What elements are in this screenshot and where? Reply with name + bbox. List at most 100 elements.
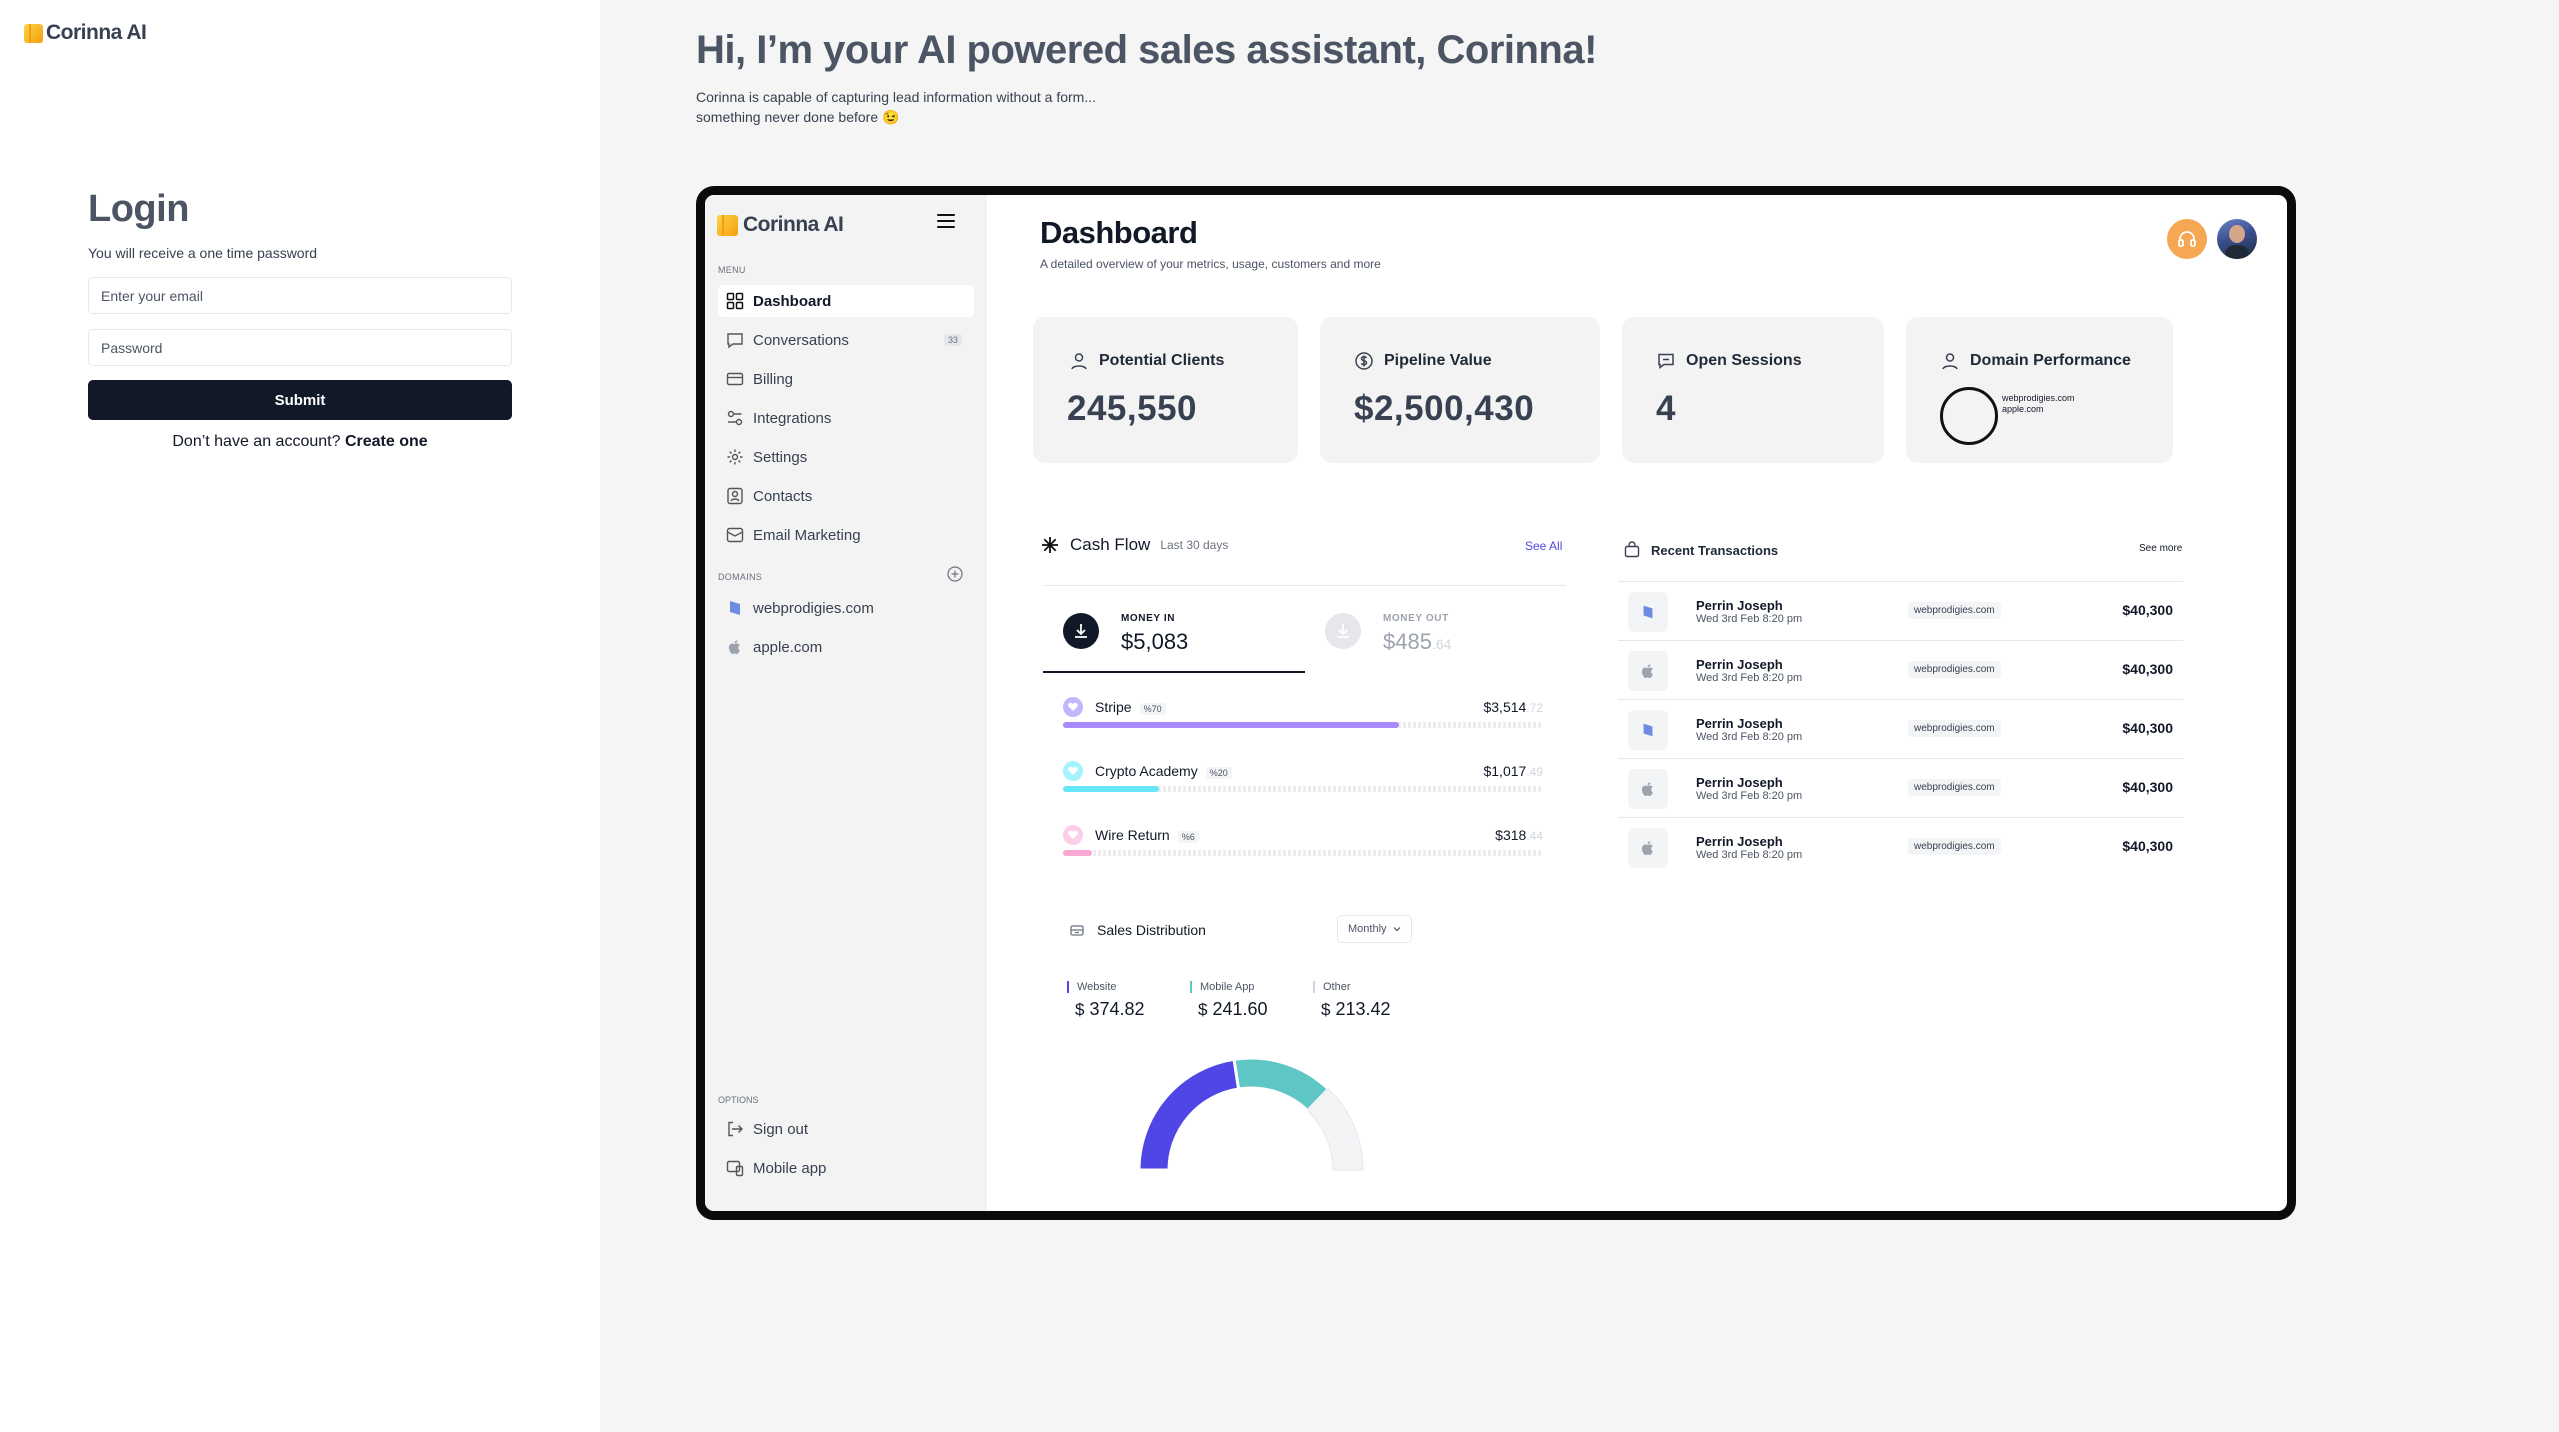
transaction-row[interactable]: Perrin Joseph Wed 3rd Feb 8:20 pm webpro…	[1618, 581, 2183, 640]
sidebar-item-email-marketing[interactable]: Email Marketing	[718, 519, 974, 551]
sidebar-domain-webprodigies[interactable]: webprodigies.com	[718, 592, 974, 624]
corinna-logo-icon	[717, 214, 738, 236]
integrations-icon	[726, 409, 744, 427]
apple-logo-icon	[1628, 769, 1668, 809]
sidebar-item-contacts[interactable]: Contacts	[718, 480, 974, 512]
archive-icon	[1070, 925, 1084, 936]
sales-channel-other: Other $ 213.42	[1313, 981, 1391, 1020]
card-icon	[726, 370, 744, 388]
period-select-value: Monthly	[1348, 923, 1387, 935]
transaction-name: Perrin Joseph	[1696, 657, 1783, 672]
active-tab-indicator	[1043, 671, 1305, 673]
bag-icon	[1624, 541, 1640, 558]
source-amount: $3,514	[1483, 699, 1527, 715]
channel-currency: $	[1321, 1000, 1331, 1019]
heart-icon	[1063, 761, 1083, 781]
domain-label: webprodigies.com	[753, 599, 874, 617]
sidebar-item-sign-out[interactable]: Sign out	[718, 1113, 974, 1145]
sidebar-item-dashboard[interactable]: Dashboard	[718, 285, 974, 317]
sidebar-item-billing[interactable]: Billing	[718, 363, 974, 395]
source-amount-wrap: $3,514.72	[1483, 699, 1543, 715]
hero-title: Hi, I’m your AI powered sales assistant,…	[696, 28, 1597, 72]
stat-card-pipeline-value: Pipeline Value $2,500,430	[1320, 317, 1600, 463]
money-out-value-wrap: $485.64	[1383, 629, 1451, 655]
stat-label: Domain Performance	[1970, 352, 2131, 369]
sidebar-domain-apple[interactable]: apple.com	[718, 631, 974, 663]
sales-channel-mobile-app: Mobile App $ 241.60	[1190, 981, 1268, 1020]
dashboard-title: Dashboard	[1040, 215, 1198, 250]
signout-icon	[726, 1120, 744, 1138]
hero-subtitle-line1: Corinna is capable of capturing lead inf…	[696, 89, 1096, 105]
webprodigies-logo-icon	[1628, 592, 1668, 632]
add-domain-icon[interactable]	[947, 566, 963, 582]
sidebar-item-conversations[interactable]: Conversations 33	[718, 324, 974, 356]
webprodigies-logo-icon	[1628, 710, 1668, 750]
conversations-count-badge: 33	[943, 334, 962, 346]
preview-sidebar: Corinna AI MENU Dashboard Conversations …	[705, 195, 987, 1211]
contact-icon	[726, 487, 744, 505]
source-amount-wrap: $318.44	[1495, 827, 1543, 843]
transaction-row[interactable]: Perrin Joseph Wed 3rd Feb 8:20 pm webpro…	[1618, 758, 2183, 817]
menu-icon[interactable]	[937, 214, 955, 228]
transaction-domain: webprodigies.com	[1908, 602, 2001, 619]
password-input[interactable]	[88, 329, 512, 366]
transaction-domain: webprodigies.com	[1908, 661, 2001, 678]
user-avatar[interactable]	[2217, 219, 2257, 259]
transaction-row[interactable]: Perrin Joseph Wed 3rd Feb 8:20 pm webpro…	[1618, 699, 2183, 758]
hero-subtitle: Corinna is capable of capturing lead inf…	[696, 87, 1096, 127]
submit-button[interactable]: Submit	[88, 380, 512, 420]
channel-currency: $	[1198, 1000, 1208, 1019]
source-fill	[1063, 850, 1092, 856]
money-in-value: $5,083	[1121, 629, 1189, 654]
money-out-label: MONEY OUT	[1383, 613, 1449, 624]
source-amount: $1,017	[1483, 763, 1527, 779]
email-input[interactable]	[88, 277, 512, 314]
money-out-tab[interactable]: MONEY OUT $485.64	[1305, 605, 1567, 665]
dashboard-subtitle: A detailed overview of your metrics, usa…	[1040, 257, 1381, 271]
source-pct: %70	[1139, 703, 1166, 715]
sidebar-item-settings[interactable]: Settings	[718, 441, 974, 473]
source-name-wrap: Stripe %70	[1095, 699, 1166, 715]
domain-performance-item: apple.com	[2002, 404, 2044, 414]
sidebar-item-integrations[interactable]: Integrations	[718, 402, 974, 434]
period-select[interactable]: Monthly	[1337, 915, 1412, 943]
stat-value: 4	[1656, 389, 1676, 428]
hero-subtitle-line2: something never done before 😉	[696, 109, 900, 125]
channel-label: Mobile App	[1190, 981, 1268, 993]
transaction-date: Wed 3rd Feb 8:20 pm	[1696, 849, 1803, 861]
sidebar-item-label: Settings	[753, 448, 808, 466]
transaction-amount: $40,300	[2122, 838, 2173, 854]
grid-icon	[726, 292, 744, 310]
brand-logo[interactable]: Corinna AI	[24, 21, 147, 45]
user-icon	[1942, 353, 1958, 370]
stat-label: Open Sessions	[1686, 352, 1802, 369]
create-account-link[interactable]: Create one	[345, 433, 428, 450]
sidebar-item-mobile-app[interactable]: Mobile app	[718, 1152, 974, 1184]
transaction-date: Wed 3rd Feb 8:20 pm	[1696, 790, 1803, 802]
see-all-link[interactable]: See All	[1525, 539, 1562, 553]
money-in-tab[interactable]: MONEY IN $5,083	[1043, 605, 1305, 665]
money-in-label: MONEY IN	[1121, 613, 1176, 624]
source-track	[1063, 850, 1543, 856]
hero-panel: Hi, I’m your AI powered sales assistant,…	[600, 0, 2559, 1432]
transaction-row[interactable]: Perrin Joseph Wed 3rd Feb 8:20 pm webpro…	[1618, 640, 2183, 699]
channel-value-wrap: $ 374.82	[1067, 999, 1145, 1020]
stat-card-open-sessions: Open Sessions 4	[1622, 317, 1884, 463]
transaction-row[interactable]: Perrin Joseph Wed 3rd Feb 8:20 pm webpro…	[1618, 817, 2183, 876]
transactions-header: Recent Transactions	[1623, 541, 1778, 559]
domain-performance-ring	[1940, 387, 1998, 445]
transaction-domain: webprodigies.com	[1908, 779, 2001, 796]
see-more-link[interactable]: See more	[2139, 543, 2182, 554]
login-title: Login	[88, 188, 189, 230]
gauge-segment-website	[1137, 1057, 1241, 1172]
support-button[interactable]	[2167, 219, 2207, 259]
stat-label: Potential Clients	[1099, 352, 1225, 369]
source-name: Crypto Academy	[1095, 763, 1198, 779]
menu-label: MENU	[718, 265, 746, 275]
money-out-value: $485	[1383, 629, 1432, 654]
signup-text: Don’t have an account?	[172, 433, 341, 450]
stat-label: Pipeline Value	[1384, 352, 1492, 369]
transaction-amount: $40,300	[2122, 779, 2173, 795]
mobile-icon	[726, 1159, 744, 1177]
source-pct: %20	[1205, 767, 1232, 779]
